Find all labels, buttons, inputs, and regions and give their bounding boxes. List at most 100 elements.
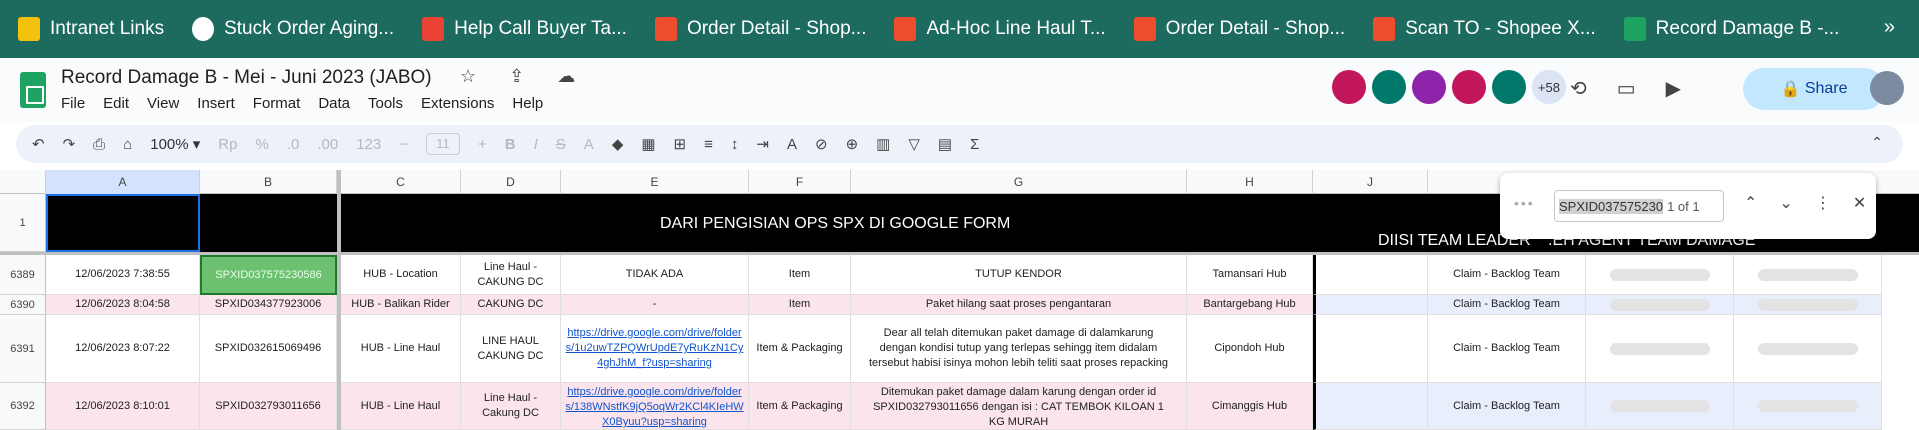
evidence-cell[interactable]: - — [561, 295, 749, 315]
timestamp-cell[interactable]: 12/06/2023 7:38:55 — [46, 255, 200, 295]
column-header-a[interactable]: A — [46, 170, 200, 194]
filter-icon[interactable]: ▽ — [908, 135, 920, 153]
bookmark-scan-to[interactable]: Scan TO - Shopee X... — [1373, 17, 1596, 41]
hub-cell[interactable]: Cipondoh Hub — [1187, 315, 1313, 383]
empty-cell[interactable] — [1734, 315, 1882, 383]
claim-status-cell[interactable]: Claim - Backlog Team — [1428, 383, 1586, 430]
font-size-input[interactable]: 11 — [426, 133, 460, 155]
order-id-cell[interactable]: SPXID032793011656 — [200, 383, 337, 430]
bookmark-order-detail-2[interactable]: Order Detail - Shop... — [1133, 17, 1345, 41]
collapse-toolbar-icon[interactable]: ⌃ — [1871, 134, 1883, 151]
column-header-f[interactable]: F — [749, 170, 851, 194]
fill-color-icon[interactable]: ◆ — [612, 135, 624, 153]
column-header-c[interactable]: C — [341, 170, 461, 194]
description-cell[interactable]: TUTUP KENDOR — [851, 255, 1187, 295]
find-input[interactable]: SPXID037575230 1 of 1 — [1554, 190, 1724, 222]
avatar[interactable] — [1332, 70, 1366, 104]
column-header-g[interactable]: G — [851, 170, 1187, 194]
close-icon[interactable]: ✕ — [1853, 193, 1866, 213]
menu-tools[interactable]: Tools — [368, 95, 403, 112]
functions-icon[interactable]: Σ — [970, 136, 979, 153]
strikethrough-button[interactable]: S — [556, 136, 566, 153]
order-id-cell[interactable]: SPXID032615069496 — [200, 315, 337, 383]
column-header-e[interactable]: E — [561, 170, 749, 194]
hub-cell[interactable]: Bantargebang Hub — [1187, 295, 1313, 315]
hub-cell[interactable]: Cimanggis Hub — [1187, 383, 1313, 430]
evidence-link[interactable]: https://drive.google.com/drive/folders/1… — [561, 383, 749, 430]
zoom-select[interactable]: 100% ▾ — [150, 135, 200, 153]
sheets-logo-icon[interactable] — [20, 72, 46, 108]
drag-handle-icon[interactable]: ••• — [1514, 195, 1535, 211]
comments-icon[interactable]: ▭ — [1617, 76, 1636, 101]
row-header[interactable]: 1 — [0, 194, 46, 252]
insert-chart-icon[interactable]: ▥ — [876, 135, 890, 153]
avatar[interactable] — [1412, 70, 1446, 104]
claim-status-cell[interactable]: Claim - Backlog Team — [1428, 255, 1586, 295]
more-collaborators-badge[interactable]: +58 — [1532, 70, 1566, 104]
bookmark-stuck-order[interactable]: Stuck Order Aging... — [192, 17, 394, 41]
bold-button[interactable]: B — [505, 136, 516, 153]
blank-cell[interactable] — [1313, 315, 1428, 383]
timestamp-cell[interactable]: 12/06/2023 8:04:58 — [46, 295, 200, 315]
text-wrap-icon[interactable]: ⇥ — [756, 135, 769, 153]
source-cell[interactable]: HUB - Balikan Rider — [341, 295, 461, 315]
blank-cell[interactable] — [1313, 255, 1428, 295]
font-size-minus-button[interactable]: − — [399, 136, 408, 153]
increase-decimal-button[interactable]: .00 — [317, 136, 338, 153]
decrease-decimal-button[interactable]: .0 — [287, 136, 300, 153]
insert-link-icon[interactable]: ⊘ — [815, 135, 828, 153]
timestamp-cell[interactable]: 12/06/2023 8:07:22 — [46, 315, 200, 383]
damage-type-cell[interactable]: Item & Packaging — [749, 383, 851, 430]
italic-button[interactable]: I — [534, 136, 538, 153]
bookmark-order-detail-1[interactable]: Order Detail - Shop... — [654, 17, 866, 41]
menu-help[interactable]: Help — [512, 95, 543, 112]
menu-format[interactable]: Format — [253, 95, 301, 112]
column-header-d[interactable]: D — [461, 170, 561, 194]
borders-icon[interactable]: ▦ — [641, 135, 655, 153]
redo-icon[interactable]: ↷ — [63, 135, 76, 153]
avatar[interactable] — [1492, 70, 1526, 104]
evidence-link[interactable]: https://drive.google.com/drive/folders/1… — [561, 315, 749, 383]
bookmark-help-call[interactable]: Help Call Buyer Ta... — [422, 17, 627, 41]
print-icon[interactable]: ⎙ — [93, 136, 105, 153]
menu-extensions[interactable]: Extensions — [421, 95, 494, 112]
source-cell[interactable]: HUB - Location — [341, 255, 461, 295]
share-button[interactable]: 🔒 Share — [1743, 68, 1885, 110]
column-header-b[interactable]: B — [200, 170, 337, 194]
empty-cell[interactable] — [1734, 383, 1882, 430]
doc-title[interactable]: Record Damage B - Mei - Juni 2023 (JABO) — [61, 67, 432, 89]
insert-comment-icon[interactable]: ⊕ — [846, 135, 859, 153]
description-cell[interactable]: Dear all telah ditemukan paket damage di… — [851, 315, 1187, 383]
more-options-icon[interactable]: ⋮ — [1815, 193, 1831, 213]
star-move-cloud-icons[interactable]: ☆ ⇪ ☁ — [460, 66, 589, 87]
profile-avatar[interactable] — [1870, 71, 1904, 105]
blank-cell[interactable] — [1313, 295, 1428, 315]
history-icon[interactable]: ⟲ — [1570, 76, 1587, 101]
damage-type-cell[interactable]: Item — [749, 255, 851, 295]
empty-cell[interactable] — [1586, 255, 1734, 295]
more-formats-button[interactable]: 123 — [356, 136, 381, 153]
text-color-button[interactable]: A — [584, 136, 594, 153]
empty-cell[interactable] — [1586, 315, 1734, 383]
line-haul-cell[interactable]: LINE HAUL CAKUNG DC — [461, 315, 561, 383]
row-header[interactable]: 6390 — [0, 295, 46, 315]
bookmarks-overflow-button[interactable]: » — [1884, 16, 1895, 39]
text-rotation-icon[interactable]: A — [787, 136, 797, 153]
damage-type-cell[interactable]: Item — [749, 295, 851, 315]
order-id-cell[interactable]: SPXID034377923006 — [200, 295, 337, 315]
empty-cell[interactable] — [1586, 295, 1734, 315]
description-cell[interactable]: Paket hilang saat proses pengantaran — [851, 295, 1187, 315]
next-match-icon[interactable]: ⌄ — [1779, 193, 1792, 213]
menu-data[interactable]: Data — [318, 95, 350, 112]
line-haul-cell[interactable]: Line Haul - Cakung DC — [461, 383, 561, 430]
bookmark-adhoc-line-haul[interactable]: Ad-Hoc Line Haul T... — [894, 17, 1106, 41]
avatar[interactable] — [1452, 70, 1486, 104]
line-haul-cell[interactable]: Line Haul - CAKUNG DC — [461, 255, 561, 295]
column-header-h[interactable]: H — [1187, 170, 1313, 194]
meet-icon[interactable]: ▶ — [1666, 76, 1681, 101]
font-size-plus-button[interactable]: + — [478, 136, 487, 153]
bookmark-record-damage[interactable]: Record Damage B -... — [1623, 17, 1839, 41]
row-header[interactable]: 6391 — [0, 315, 46, 383]
blank-cell[interactable] — [1313, 383, 1428, 430]
selected-cell-a1[interactable] — [46, 194, 200, 252]
